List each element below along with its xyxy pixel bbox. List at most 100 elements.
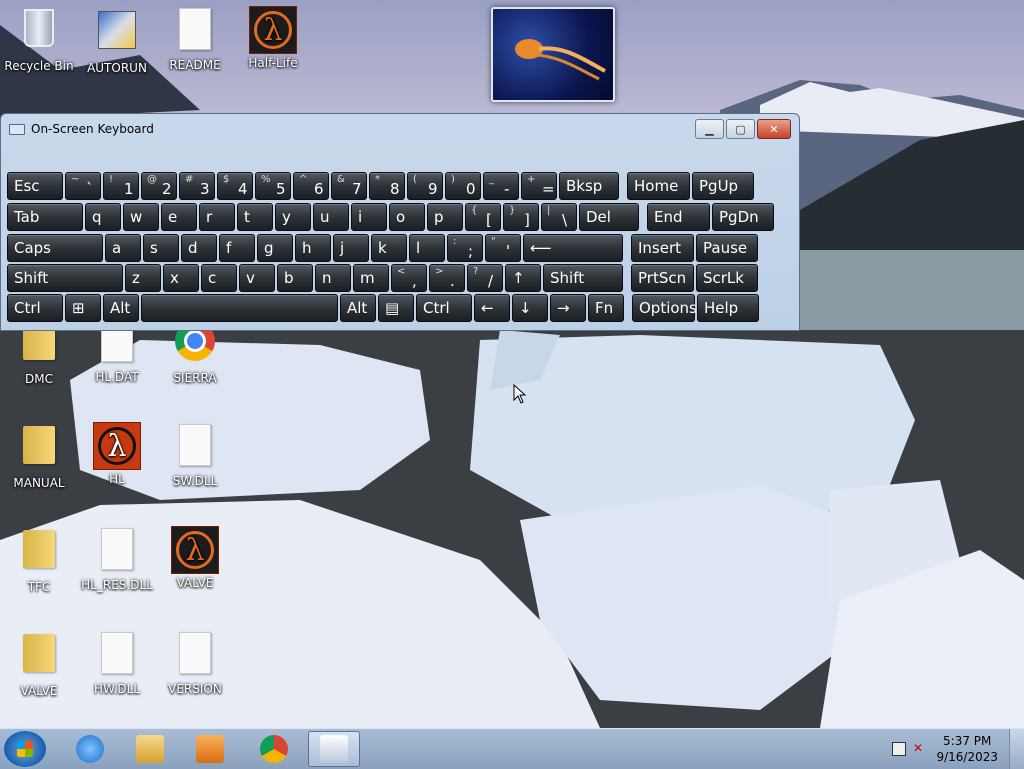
key-help[interactable]: Help: [697, 294, 759, 322]
key-3[interactable]: #3: [179, 172, 215, 200]
key-pgup[interactable]: PgUp: [692, 172, 754, 200]
key-8[interactable]: * 8: [369, 172, 405, 200]
key-x[interactable]: x: [163, 264, 199, 292]
desktop-icon-half-life[interactable]: λ Half-Life: [235, 5, 311, 70]
taskbar-window-thumbnail[interactable]: [491, 7, 615, 102]
key-caps[interactable]: Caps: [7, 234, 103, 262]
key-sym5[interactable]: ▤: [378, 294, 414, 322]
taskbar-button-ie[interactable]: [64, 731, 116, 767]
key-ctrl[interactable]: Ctrl: [7, 294, 63, 322]
desktop-icon-manual[interactable]: MANUAL: [1, 421, 77, 490]
key-alt[interactable]: Alt: [340, 294, 376, 322]
key-sym[interactable]: >.: [429, 264, 465, 292]
key-5[interactable]: % 5: [255, 172, 291, 200]
key-sym11[interactable]: ↑: [505, 264, 541, 292]
desktop-icon-valve-folder[interactable]: VALVE: [1, 629, 77, 698]
key-7[interactable]: & 7: [331, 172, 367, 200]
key-e[interactable]: e: [161, 203, 197, 231]
desktop-icon-hw-dll[interactable]: HW.DLL: [79, 629, 155, 696]
system-clock[interactable]: 5:37 PM 9/16/2023: [936, 733, 998, 765]
key-del[interactable]: Del: [579, 203, 639, 231]
key-end[interactable]: End: [647, 203, 710, 231]
key-i[interactable]: i: [351, 203, 387, 231]
key-t[interactable]: t: [237, 203, 273, 231]
key-scrlk[interactable]: ScrLk: [696, 264, 758, 292]
key-home[interactable]: Home: [627, 172, 690, 200]
desktop-icon-sw-dll[interactable]: SW.DLL: [157, 421, 233, 488]
key-w[interactable]: w: [123, 203, 159, 231]
key-d[interactable]: d: [181, 234, 217, 262]
key-9[interactable]: (9: [407, 172, 443, 200]
key-space[interactable]: [141, 294, 338, 322]
key-sym12[interactable]: ⟵: [523, 234, 623, 262]
key-alt[interactable]: Alt: [103, 294, 139, 322]
key-sym[interactable]: _ -: [483, 172, 519, 200]
key-2[interactable]: @2: [141, 172, 177, 200]
key-q[interactable]: q: [85, 203, 121, 231]
show-desktop-button[interactable]: [1009, 729, 1024, 769]
key-v[interactable]: v: [239, 264, 275, 292]
key-m[interactable]: m: [353, 264, 389, 292]
key-6[interactable]: ^ 6: [293, 172, 329, 200]
key-tab[interactable]: Tab: [7, 203, 83, 231]
key-pgdn[interactable]: PgDn: [712, 203, 774, 231]
desktop-icon-version[interactable]: VERSION: [157, 629, 233, 696]
key-sym[interactable]: {[: [465, 203, 501, 231]
key-z[interactable]: z: [125, 264, 161, 292]
key-sym[interactable]: ~ `: [65, 172, 101, 200]
key-o[interactable]: o: [389, 203, 425, 231]
key-0[interactable]: ) 0: [445, 172, 481, 200]
desktop-icon-readme[interactable]: README: [157, 5, 233, 72]
key-shift[interactable]: Shift: [7, 264, 123, 292]
desktop-icon-valve[interactable]: λ VALVE: [157, 525, 233, 590]
key-sym[interactable]: ? /: [467, 264, 503, 292]
desktop-icon-hl[interactable]: λ HL: [79, 421, 155, 486]
key-j[interactable]: j: [333, 234, 369, 262]
key-sym1[interactable]: ⊞: [65, 294, 101, 322]
key-bksp[interactable]: Bksp: [559, 172, 619, 200]
key-u[interactable]: u: [313, 203, 349, 231]
key-k[interactable]: k: [371, 234, 407, 262]
key-sym[interactable]: " ': [485, 234, 521, 262]
key-4[interactable]: $4: [217, 172, 253, 200]
desktop-icon-autorun[interactable]: AUTORUN: [79, 5, 155, 75]
key-sym[interactable]: + =: [521, 172, 557, 200]
close-button[interactable]: ✕: [757, 119, 791, 139]
key-y[interactable]: y: [275, 203, 311, 231]
key-l[interactable]: l: [409, 234, 445, 262]
taskbar-button-keyboard[interactable]: [308, 731, 360, 767]
taskbar-button-explorer[interactable]: [124, 731, 176, 767]
volume-muted-icon[interactable]: ✕: [913, 741, 923, 755]
key-b[interactable]: b: [277, 264, 313, 292]
key-sym[interactable]: :;: [447, 234, 483, 262]
window-titlebar[interactable]: On-Screen Keyboard ▁ ▢ ✕: [1, 114, 799, 144]
key-n[interactable]: n: [315, 264, 351, 292]
key-p[interactable]: p: [427, 203, 463, 231]
minimize-button[interactable]: ▁: [695, 119, 724, 139]
taskbar-button-chrome[interactable]: [248, 731, 300, 767]
key-options[interactable]: Options: [632, 294, 697, 322]
taskbar-button-media-player[interactable]: [184, 731, 236, 767]
key-fn[interactable]: Fn: [588, 294, 624, 322]
key-f[interactable]: f: [219, 234, 255, 262]
key-g[interactable]: g: [257, 234, 293, 262]
key-sym[interactable]: }]: [503, 203, 539, 231]
key-sym[interactable]: <,: [391, 264, 427, 292]
key-pause[interactable]: Pause: [696, 234, 758, 262]
key-shift[interactable]: Shift: [543, 264, 623, 292]
key-h[interactable]: h: [295, 234, 331, 262]
key-sym9[interactable]: →: [550, 294, 586, 322]
key-sym[interactable]: | \: [541, 203, 577, 231]
start-button[interactable]: [4, 731, 46, 767]
network-icon[interactable]: [892, 742, 906, 756]
key-a[interactable]: a: [105, 234, 141, 262]
maximize-button[interactable]: ▢: [726, 119, 755, 139]
desktop-icon-hl-res-dll[interactable]: HL_RES.DLL: [79, 525, 155, 592]
key-esc[interactable]: Esc: [7, 172, 63, 200]
key-sym8[interactable]: ↓: [512, 294, 548, 322]
key-r[interactable]: r: [199, 203, 235, 231]
key-prtscn[interactable]: PrtScn: [631, 264, 694, 292]
key-s[interactable]: s: [143, 234, 179, 262]
key-c[interactable]: c: [201, 264, 237, 292]
key-insert[interactable]: Insert: [631, 234, 694, 262]
